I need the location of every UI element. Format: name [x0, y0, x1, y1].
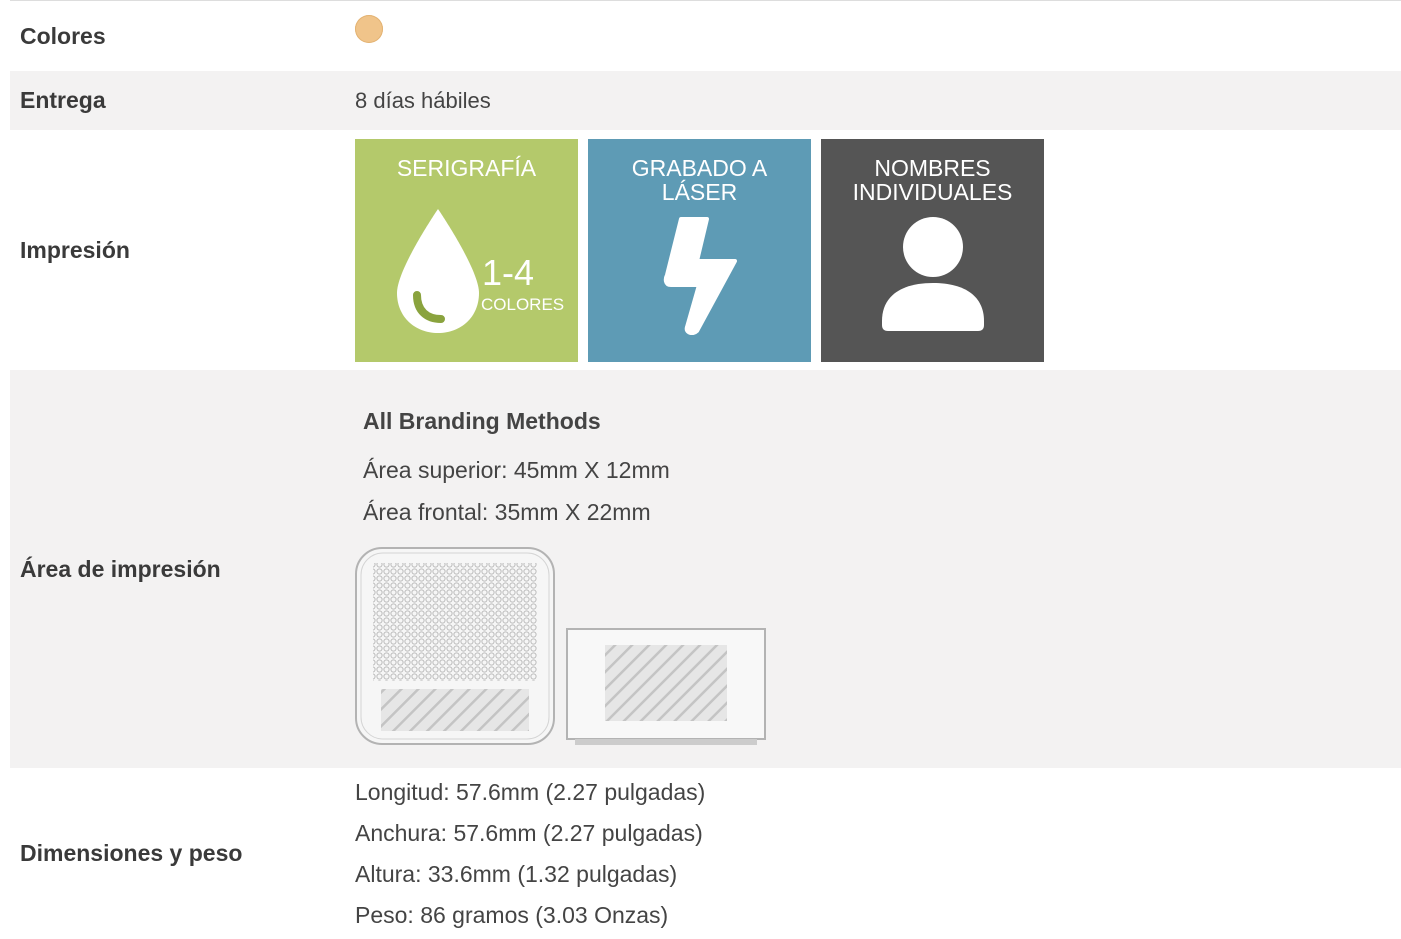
spec-row-printing: Impresión SERIGRAFÍA 1-4 COLORES GRABADO… — [10, 130, 1401, 370]
color-swatch[interactable] — [355, 15, 383, 43]
print-area-line: Área frontal: 35mm X 22mm — [363, 499, 651, 525]
delivery-value: 8 días hábiles — [355, 87, 491, 113]
spec-value: All Branding Methods Área superior: 45mm… — [355, 370, 1401, 757]
color-count-unit: COLORES — [481, 294, 565, 314]
spec-label: Entrega — [20, 87, 106, 113]
product-specs-table: Colores Entrega 8 días hábiles Impresión… — [10, 0, 1401, 939]
tile-title: GRABADO A LÁSER — [588, 156, 811, 204]
color-count: 1-4 — [482, 251, 535, 293]
dimension-line: Anchura: 57.6mm (2.27 pulgadas) — [355, 819, 703, 846]
tile-title-line: NOMBRES — [874, 154, 991, 181]
spec-label: Área de impresión — [20, 555, 221, 582]
user-icon — [882, 216, 984, 331]
spec-row-dimensions: Dimensiones y peso Longitud: 57.6mm (2.2… — [10, 768, 1401, 939]
spec-row-delivery: Entrega 8 días hábiles — [10, 71, 1401, 130]
print-area-heading: All Branding Methods — [363, 408, 601, 434]
tile-title-line: LÁSER — [661, 178, 738, 205]
spec-label: Colores — [20, 22, 106, 49]
spec-label: Impresión — [20, 236, 130, 263]
spec-row-print-area: Área de impresión All Branding Methods Á… — [10, 370, 1401, 768]
print-area-line: Área superior: 45mm X 12mm — [363, 457, 670, 483]
print-area-diagram — [355, 547, 766, 745]
spec-row-colors: Colores — [10, 1, 1401, 71]
tile-title: NOMBRES INDIVIDUALES — [821, 156, 1044, 204]
dimension-line: Altura: 33.6mm (1.32 pulgadas) — [355, 860, 678, 887]
tile-title-line: GRABADO A — [631, 154, 768, 181]
lightning-bolt-icon — [663, 216, 737, 335]
dimension-line: Longitud: 57.6mm (2.27 pulgadas) — [355, 778, 706, 805]
spec-value: SERIGRAFÍA 1-4 COLORES GRABADO A LÁSER N… — [355, 138, 1401, 362]
method-tile-individual-names[interactable]: NOMBRES INDIVIDUALES — [821, 138, 1044, 362]
tile-title: SERIGRAFÍA — [396, 154, 537, 181]
spec-label: Dimensiones y peso — [20, 840, 243, 866]
ink-drop-icon — [397, 208, 479, 333]
method-tile-laser-engraving[interactable]: GRABADO A LÁSER — [588, 138, 811, 362]
spec-value: Longitud: 57.6mm (2.27 pulgadas) Anchura… — [355, 772, 1401, 936]
spec-value — [355, 15, 1401, 43]
tile-title-line: INDIVIDUALES — [852, 178, 1013, 205]
dimension-line: Peso: 86 gramos (3.03 Onzas) — [355, 901, 669, 928]
method-tile-screen-printing[interactable]: SERIGRAFÍA 1-4 COLORES — [355, 138, 578, 362]
printing-methods: SERIGRAFÍA 1-4 COLORES GRABADO A LÁSER N… — [355, 138, 1401, 362]
